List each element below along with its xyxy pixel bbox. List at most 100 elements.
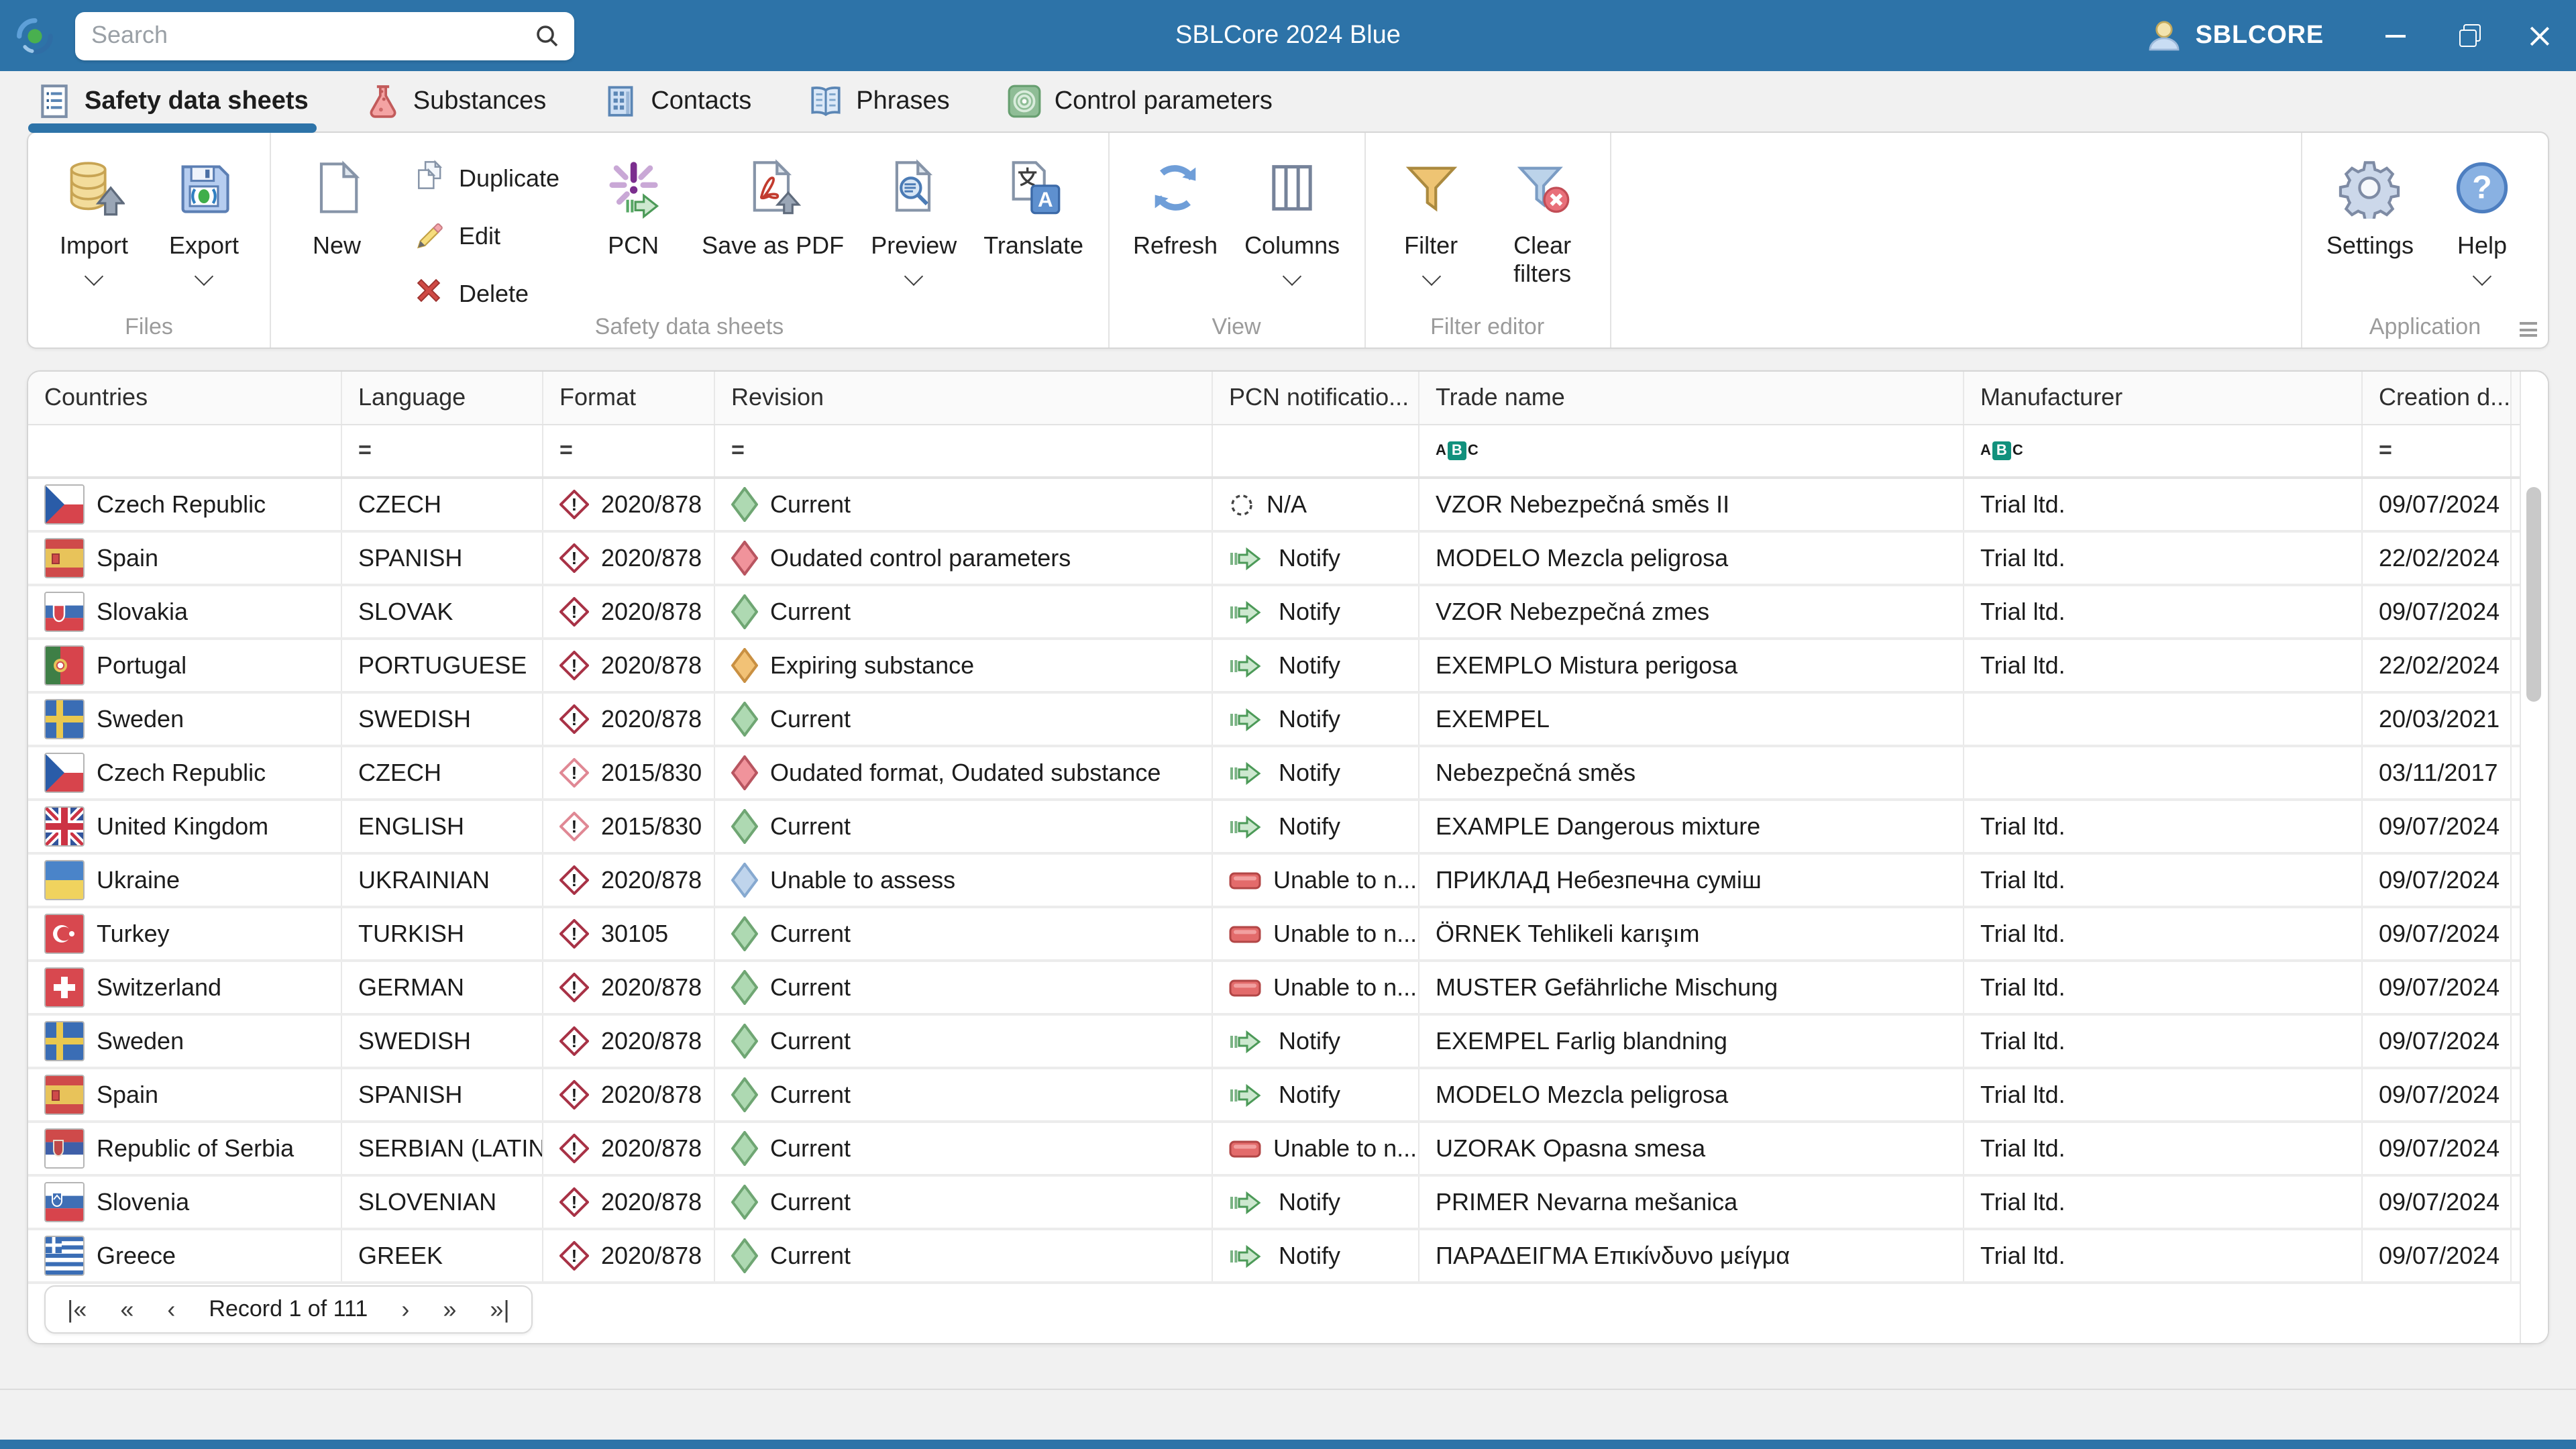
prev-record-button[interactable]: ‹ — [167, 1297, 175, 1322]
pcn-status-icon — [1229, 1243, 1267, 1269]
format-diamond-icon: ! — [559, 490, 589, 519]
trade-name-cell: MODELO Mezcla peligrosa — [1419, 1069, 1964, 1120]
language-cell: SWEDISH — [342, 694, 543, 745]
table-row[interactable]: Czech Republic CZECH! 2020/878 Current N/A VZ… — [28, 479, 2521, 533]
creation-date-label: 22/02/2024 — [2379, 544, 2500, 571]
filter-cell-pcn-notificatio[interactable] — [1213, 425, 1419, 476]
column-header-manufacturer[interactable]: Manufacturer — [1964, 372, 2363, 424]
column-header-trade-name[interactable]: Trade name — [1419, 372, 1964, 424]
ribbon-button-refresh[interactable]: Refresh — [1133, 149, 1218, 283]
table-row[interactable]: Portugal PORTUGUESE! 2020/878 Expiring subs… — [28, 640, 2521, 694]
close-button[interactable] — [2504, 0, 2576, 71]
pcn-label: Notify — [1279, 705, 1341, 732]
country-cell: Republic of Serbia — [28, 1123, 342, 1174]
column-header-language[interactable]: Language — [342, 372, 543, 424]
country-label: Sweden — [97, 705, 184, 732]
tab-safety-data-sheets[interactable]: Safety data sheets — [28, 71, 317, 133]
column-header-creation-d[interactable]: Creation d... — [2363, 372, 2512, 424]
country-cell: Greece — [28, 1230, 342, 1281]
revision-status-icon — [731, 1238, 758, 1273]
fast-prev-button[interactable]: « — [120, 1297, 133, 1322]
maximize-button[interactable] — [2431, 0, 2504, 71]
ribbon-button-duplicate[interactable]: Duplicate — [405, 154, 565, 203]
ribbon-button-settings[interactable]: Settings — [2326, 149, 2414, 283]
first-record-button[interactable]: |« — [67, 1297, 87, 1322]
filter-cell-format[interactable]: = — [543, 425, 715, 476]
table-row[interactable]: Turkey TURKISH! 30105 Current Unable to n...… — [28, 908, 2521, 962]
revision-cell: Current — [715, 1230, 1213, 1281]
filter-cell-language[interactable]: = — [342, 425, 543, 476]
ribbon-button-delete[interactable]: Delete — [405, 270, 565, 318]
column-header-revision[interactable]: Revision — [715, 372, 1213, 424]
table-row[interactable]: Greece GREEK! 2020/878 Current Notify ΠΑΡΑΔΕΙ… — [28, 1230, 2521, 1284]
format-cell: ! 2020/878 — [543, 1016, 715, 1067]
country-cell: Slovenia — [28, 1177, 342, 1228]
ribbon-button-help[interactable]: ? Help — [2440, 149, 2524, 286]
column-header-pcn-notificatio[interactable]: PCN notificatio... — [1213, 372, 1419, 424]
vertical-scrollbar-thumb[interactable] — [2526, 487, 2541, 702]
table-row[interactable]: United Kingdom ENGLISH! 2015/830 Current Not… — [28, 801, 2521, 855]
search-box[interactable] — [75, 11, 574, 60]
ribbon-button-edit[interactable]: Edit — [405, 212, 565, 260]
trade-name-label: EXEMPEL — [1436, 705, 1550, 732]
ribbon-button-translate[interactable]: A Translate — [983, 149, 1083, 283]
filter-cell-creation-d[interactable]: = — [2363, 425, 2512, 476]
ribbon-button-export[interactable]: Export — [162, 149, 246, 286]
language-label: CZECH — [358, 759, 441, 786]
manufacturer-cell: Trial ltd. — [1964, 801, 2363, 852]
ribbon-button-preview[interactable]: Preview — [871, 149, 957, 286]
ribbon-group-application: Settings? Help Application — [2300, 133, 2548, 347]
filter-cell-revision[interactable]: = — [715, 425, 1213, 476]
column-header-countries[interactable]: Countries — [28, 372, 342, 424]
table-row[interactable]: Slovakia SLOVAK! 2020/878 Current Notify VZOR… — [28, 586, 2521, 640]
last-record-button[interactable]: »| — [490, 1297, 509, 1322]
column-header-format[interactable]: Format — [543, 372, 715, 424]
account-label[interactable]: SBLCORE — [2196, 21, 2324, 50]
ribbon-button-save-as-pdf[interactable]: Save as PDF — [702, 149, 844, 283]
tab-phrases[interactable]: Phrases — [808, 71, 950, 131]
creation-date-cell: 09/07/2024 — [2363, 1230, 2512, 1281]
format-diamond-icon: ! — [559, 651, 589, 680]
group-menu-icon[interactable] — [2520, 322, 2537, 337]
filter-cell-trade-name[interactable]: ABC — [1419, 425, 1964, 476]
ribbon-button-new[interactable]: New — [295, 149, 378, 283]
svg-text:!: ! — [572, 924, 578, 944]
svg-text:!: ! — [572, 1031, 578, 1051]
trade-name-cell: EXEMPEL — [1419, 694, 1964, 745]
tab-control-parameters[interactable]: Control parameters — [1006, 71, 1273, 131]
ribbon-button-pcn[interactable]: PCN — [592, 149, 675, 283]
grid-header-row: Countries Language Format Revision PCN notif… — [28, 372, 2521, 425]
table-row[interactable]: Sweden SWEDISH! 2020/878 Current Notify EXEMP… — [28, 694, 2521, 747]
filter-cell-manufacturer[interactable]: ABC — [1964, 425, 2363, 476]
minimize-button[interactable] — [2359, 0, 2431, 71]
filter-cell-countries[interactable] — [28, 425, 342, 476]
pcn-notification-cell: Unable to n... — [1213, 908, 1419, 959]
country-cell: Spain — [28, 533, 342, 584]
tab-substances[interactable]: Substances — [365, 71, 546, 131]
search-icon[interactable] — [534, 22, 561, 49]
table-row[interactable]: Sweden SWEDISH! 2020/878 Current Notify EXEMP… — [28, 1016, 2521, 1069]
table-row[interactable]: Republic of Serbia SERBIAN (LATIN)! 2020/8… — [28, 1123, 2521, 1177]
scrollbar-track[interactable] — [2520, 372, 2548, 1343]
column-header-label: Trade name — [1436, 384, 1565, 411]
ribbon-button-columns[interactable]: Columns — [1244, 149, 1340, 286]
ribbon-button-clear-filters[interactable]: Clear filters — [1499, 149, 1585, 311]
next-record-button[interactable]: › — [401, 1297, 409, 1322]
tab-contacts[interactable]: Contacts — [602, 71, 751, 131]
ribbon-button-label: Preview — [871, 232, 957, 259]
table-row[interactable]: Switzerland GERMAN! 2020/878 Current Unable … — [28, 962, 2521, 1016]
table-row[interactable]: Spain SPANISH! 2020/878 Oudated control par… — [28, 533, 2521, 586]
ribbon-button-import[interactable]: Import — [52, 149, 136, 286]
table-row[interactable]: Ukraine UKRAINIAN! 2020/878 Unable to asses… — [28, 855, 2521, 908]
country-cell: Sweden — [28, 694, 342, 745]
table-row[interactable]: Czech Republic CZECH! 2015/830 Oudated form… — [28, 747, 2521, 801]
format-diamond-icon: ! — [559, 919, 589, 949]
table-row[interactable]: Spain SPANISH! 2020/878 Current Notify MODELO… — [28, 1069, 2521, 1123]
abc-filter-icon: ABC — [1436, 441, 1479, 460]
table-row[interactable]: Slovenia SLOVENIAN! 2020/878 Current Notify P… — [28, 1177, 2521, 1230]
search-input[interactable] — [89, 20, 534, 51]
pcn-notification-cell: Notify — [1213, 1177, 1419, 1228]
fast-next-button[interactable]: » — [443, 1297, 456, 1322]
ribbon-button-filter[interactable]: Filter — [1389, 149, 1472, 286]
pdf-download-icon — [742, 149, 804, 227]
